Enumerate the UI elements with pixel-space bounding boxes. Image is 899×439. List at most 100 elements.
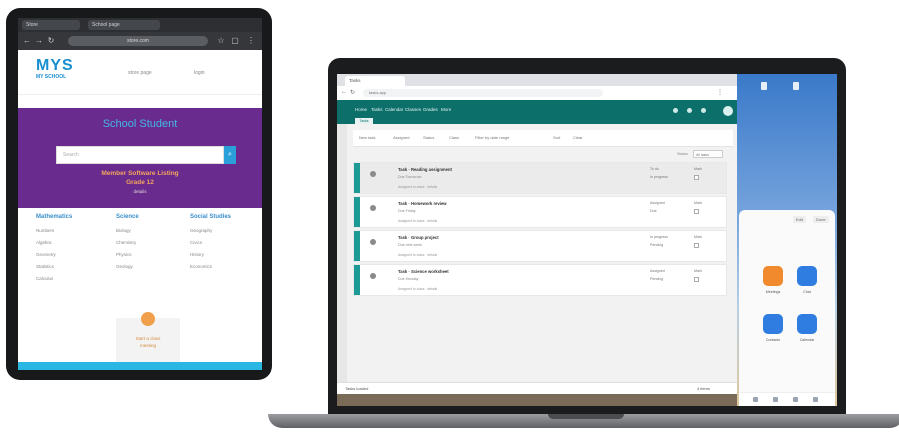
appbar-item-home[interactable]: Home	[355, 107, 367, 112]
browser-tab[interactable]: Store	[22, 20, 80, 30]
url-field[interactable]: store.com	[68, 36, 208, 46]
task-checkbox[interactable]	[694, 243, 699, 248]
appbar-item-grades[interactable]: Grades	[423, 107, 438, 112]
sheet-done-button[interactable]: Done	[813, 216, 829, 223]
contacts-app-icon[interactable]	[763, 314, 783, 334]
column-link[interactable]: Civics	[190, 240, 202, 245]
site-header: MYS MY SCHOOL store page login	[18, 50, 262, 95]
app-label: Meetings	[765, 290, 781, 294]
menu-icon[interactable]: ⋮	[717, 89, 723, 96]
task-title[interactable]: Task · Science worksheet	[398, 269, 449, 274]
status-filter[interactable]: Status	[423, 135, 434, 140]
column-link[interactable]: Statistics	[36, 264, 54, 269]
task-status: Assigned	[650, 201, 665, 205]
chat-app-icon[interactable]	[797, 266, 817, 286]
status-select[interactable]: All tasks	[693, 150, 723, 158]
tablet-tab-strip: Store School page	[18, 18, 262, 32]
nav-home-icon[interactable]	[753, 397, 758, 402]
reload-icon[interactable]: ↻	[46, 36, 56, 46]
appbar-item-classes[interactable]: Classes	[405, 107, 421, 112]
task-status: In progress	[650, 235, 668, 239]
column-link[interactable]: Algebra	[36, 240, 52, 245]
new-task-button[interactable]: New task	[359, 135, 375, 140]
bookmark-icon[interactable]: ☆	[216, 36, 226, 46]
task-checkbox[interactable]	[694, 209, 699, 214]
task-row[interactable]: Task · Science worksheet Due Monday Assi…	[353, 264, 727, 296]
task-row[interactable]: Task · Homework review Due Friday Assign…	[353, 196, 727, 228]
back-icon[interactable]: ←	[22, 36, 32, 46]
column-heading[interactable]: Social Studies	[190, 214, 231, 220]
url-field[interactable]: tasks.app	[363, 89, 603, 97]
browser-tab-active[interactable]: Tasks	[345, 76, 405, 86]
meetings-app-icon[interactable]	[763, 266, 783, 286]
column-link[interactable]: Geography	[190, 228, 212, 233]
forward-icon[interactable]: →	[34, 36, 44, 46]
task-mark-label: Mark	[694, 201, 702, 205]
nav-chat-icon[interactable]	[773, 397, 778, 402]
settings-icon[interactable]	[701, 108, 706, 113]
task-checkbox[interactable]	[694, 277, 699, 282]
task-title[interactable]: Task · Group project	[398, 235, 439, 240]
tablet-address-bar: ← → ↻ store.com ☆ ▢ ⋮	[18, 32, 262, 50]
phone-status-icon	[761, 82, 767, 90]
task-description: Assigned to class · details	[398, 185, 438, 189]
column-link[interactable]: Calculus	[36, 276, 53, 281]
avatar[interactable]	[723, 106, 733, 116]
calendar-app-icon[interactable]	[797, 314, 817, 334]
column-link[interactable]: Biology	[116, 228, 131, 233]
sheet-edit-button[interactable]: Edit	[793, 216, 806, 223]
clear-button[interactable]: Clear	[573, 135, 583, 140]
site-logo[interactable]: MYS	[36, 58, 74, 74]
appbar-item-calendar[interactable]: Calendar	[385, 107, 403, 112]
nav-link-login[interactable]: login	[194, 70, 205, 76]
tablet-screen: Store School page ← → ↻ store.com ☆ ▢ ⋮ …	[18, 18, 262, 370]
task-status-2: Pending	[650, 243, 664, 247]
task-mark-label: Mark	[694, 235, 702, 239]
status-text: Tasks loaded	[345, 386, 369, 391]
assigned-filter[interactable]: Assigned	[393, 135, 409, 140]
help-icon[interactable]	[687, 108, 692, 113]
task-subtitle: Due Tomorrow	[398, 175, 422, 179]
tabs-icon[interactable]: ▢	[230, 36, 240, 46]
back-icon[interactable]: ←	[341, 89, 347, 95]
class-filter[interactable]: Class	[449, 135, 459, 140]
nav-settings-icon[interactable]	[813, 397, 818, 402]
hero-title: School Student	[102, 118, 178, 130]
column-link[interactable]: Physics	[116, 252, 132, 257]
app-label: Contacts	[765, 338, 781, 342]
sort-button[interactable]: Sort	[553, 135, 560, 140]
column-link[interactable]: Geometry	[36, 252, 56, 257]
column-heading[interactable]: Science	[116, 214, 139, 220]
nav-link-store[interactable]: store page	[128, 70, 152, 76]
column-link[interactable]: Numbers	[36, 228, 54, 233]
search-button[interactable]: ⌕	[224, 146, 236, 164]
column-link[interactable]: Economics	[190, 264, 212, 269]
nav-contacts-icon[interactable]	[793, 397, 798, 402]
column-link[interactable]: History	[190, 252, 204, 257]
reload-icon[interactable]: ↻	[350, 89, 355, 96]
appbar-item-tasks[interactable]: Tasks	[371, 107, 383, 112]
task-icon	[370, 273, 376, 279]
laptop-address-bar: ← ↻ tasks.app ⋮	[337, 86, 737, 101]
left-nav-rail	[337, 124, 347, 384]
column-heading[interactable]: Mathematics	[36, 214, 72, 220]
task-checkbox[interactable]	[694, 175, 699, 180]
column-link[interactable]: Geology	[116, 264, 133, 269]
task-row[interactable]: Task · Reading assignment Due Tomorrow A…	[353, 162, 727, 194]
appbar-item-more[interactable]: More	[441, 107, 451, 112]
menu-icon[interactable]: ⋮	[246, 36, 256, 46]
task-title[interactable]: Task · Homework review	[398, 201, 447, 206]
task-icon	[370, 171, 376, 177]
task-row[interactable]: Task · Group project Due next week Assig…	[353, 230, 727, 262]
date-range-filter[interactable]: Filter by date range	[475, 135, 509, 140]
column-link[interactable]: Chemistry	[116, 240, 136, 245]
phone-status-icon	[793, 82, 799, 90]
task-mark-label: Mark	[694, 167, 702, 171]
task-title[interactable]: Task · Reading assignment	[398, 167, 452, 172]
tab-tasks[interactable]: Tasks	[355, 118, 373, 124]
hero-search-input[interactable]: Search	[56, 146, 224, 164]
app-label: Calendar	[799, 338, 815, 342]
meeting-card[interactable]: Start a class meeting	[116, 312, 180, 362]
browser-tab-active[interactable]: School page	[88, 20, 160, 30]
bell-icon[interactable]	[673, 108, 678, 113]
